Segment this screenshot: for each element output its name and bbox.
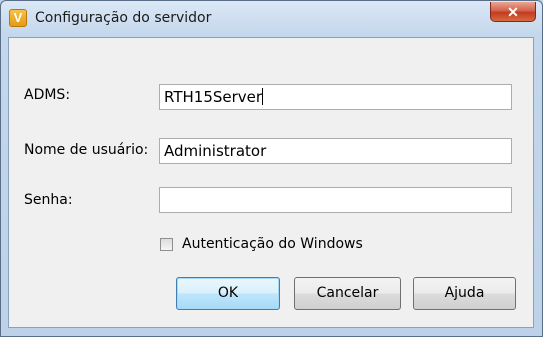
- window-title: Configuração do servidor: [35, 10, 212, 26]
- close-button[interactable]: ✕: [490, 2, 536, 22]
- cancel-button[interactable]: Cancelar: [294, 277, 401, 310]
- adms-input[interactable]: RTH15Server: [159, 84, 512, 110]
- ok-button[interactable]: OK: [176, 277, 280, 310]
- username-input[interactable]: Administrator: [159, 138, 512, 164]
- adms-label: ADMS:: [24, 87, 71, 103]
- adms-value: RTH15Server: [164, 88, 263, 106]
- text-caret: [262, 88, 264, 105]
- close-icon: ✕: [507, 4, 519, 20]
- username-value: Administrator: [164, 142, 267, 160]
- username-label: Nome de usuário:: [24, 142, 149, 158]
- windows-auth-checkbox[interactable]: [160, 238, 173, 251]
- help-button[interactable]: Ajuda: [413, 277, 516, 310]
- dialog-body: ADMS: RTH15Server Nome de usuário: Admin…: [8, 37, 534, 328]
- password-input[interactable]: [159, 187, 512, 213]
- password-label: Senha:: [24, 192, 73, 208]
- app-logo-icon: V: [9, 9, 27, 27]
- dialog-window: V Configuração do servidor ✕ ADMS: RTH15…: [0, 0, 543, 337]
- title-bar[interactable]: V Configuração do servidor ✕: [1, 1, 542, 37]
- windows-auth-label[interactable]: Autenticação do Windows: [182, 236, 363, 252]
